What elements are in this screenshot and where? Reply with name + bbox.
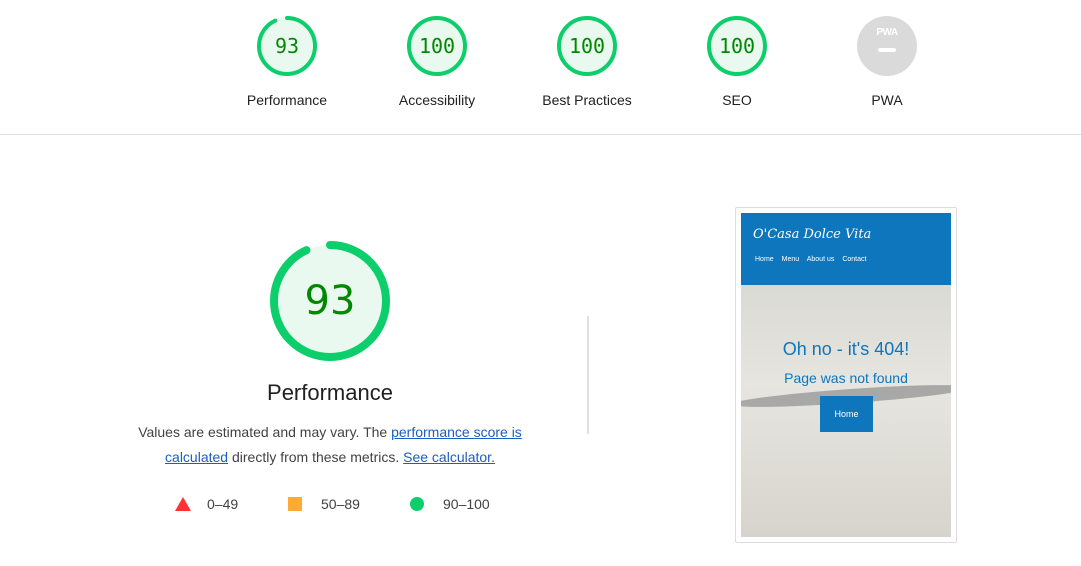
vertical-divider — [587, 316, 589, 434]
final-screenshot: O'Casa Dolce Vita Home Menu About us Con… — [741, 213, 951, 537]
site-home-button: Home — [820, 396, 873, 432]
score-legend: 0–49 50–89 90–100 — [0, 494, 700, 514]
pwa-dash-icon — [878, 48, 896, 52]
error-title: Oh no - it's 404! — [782, 339, 910, 359]
performance-description: Values are estimated and may vary. The p… — [110, 420, 550, 470]
fail-triangle-icon — [175, 497, 191, 511]
gauge-ring: 100 — [405, 14, 469, 78]
performance-gauge: 93 — [268, 239, 392, 363]
gauge-ring: 93 — [255, 14, 319, 78]
performance-score: 93 — [304, 278, 356, 324]
legend-range: 90–100 — [443, 496, 490, 512]
gauge-seo[interactable]: 100 SEO — [662, 14, 812, 108]
gauge-label: PWA — [871, 92, 903, 108]
see-calculator-link[interactable]: See calculator. — [403, 449, 495, 465]
site-header: O'Casa Dolce Vita Home Menu About us Con… — [741, 213, 951, 285]
legend-range: 0–49 — [207, 496, 239, 512]
performance-title: Performance — [267, 380, 393, 405]
site-logo: O'Casa Dolce Vita — [753, 227, 872, 242]
gauge-label: SEO — [722, 92, 752, 108]
gauge-score: 100 — [718, 34, 756, 58]
gauge-label: Performance — [246, 92, 328, 108]
description-text: directly from these metrics. — [228, 449, 404, 465]
pwa-badge-text: PWA — [876, 27, 898, 38]
gauge-performance[interactable]: 93 Performance — [212, 14, 362, 108]
site-nav: Home Menu About us Contact — [755, 256, 872, 263]
description-text: Values are estimated and may vary. The — [138, 424, 392, 440]
gauge-score: 100 — [568, 34, 606, 58]
site-nav-item: Contact — [842, 256, 867, 263]
gauge-label: Accessibility — [398, 92, 476, 108]
error-subtitle: Page was not found — [784, 370, 908, 386]
category-gauges-bar: 93 Performance 100 Accessibility 100 Bes… — [0, 0, 1081, 135]
pass-circle-icon — [410, 497, 424, 511]
gauge-best-practices[interactable]: 100 Best Practices — [512, 14, 662, 108]
gauge-score: 93 — [274, 34, 300, 58]
gauge-accessibility[interactable]: 100 Accessibility — [362, 14, 512, 108]
average-square-icon — [288, 497, 302, 511]
final-screenshot-frame[interactable]: O'Casa Dolce Vita Home Menu About us Con… — [735, 207, 957, 543]
gauge-label: Best Practices — [542, 92, 632, 108]
gauge-ring: 100 — [555, 14, 619, 78]
pwa-badge-icon: PWA — [857, 16, 917, 76]
site-nav-item: Home — [755, 256, 774, 263]
site-nav-item: Menu — [781, 256, 800, 263]
site-nav-item: About us — [806, 256, 835, 263]
legend-range: 50–89 — [321, 496, 360, 512]
gauge-ring: 100 — [705, 14, 769, 78]
gauge-pwa[interactable]: PWA PWA — [812, 14, 962, 108]
gauge-score: 100 — [418, 34, 456, 58]
